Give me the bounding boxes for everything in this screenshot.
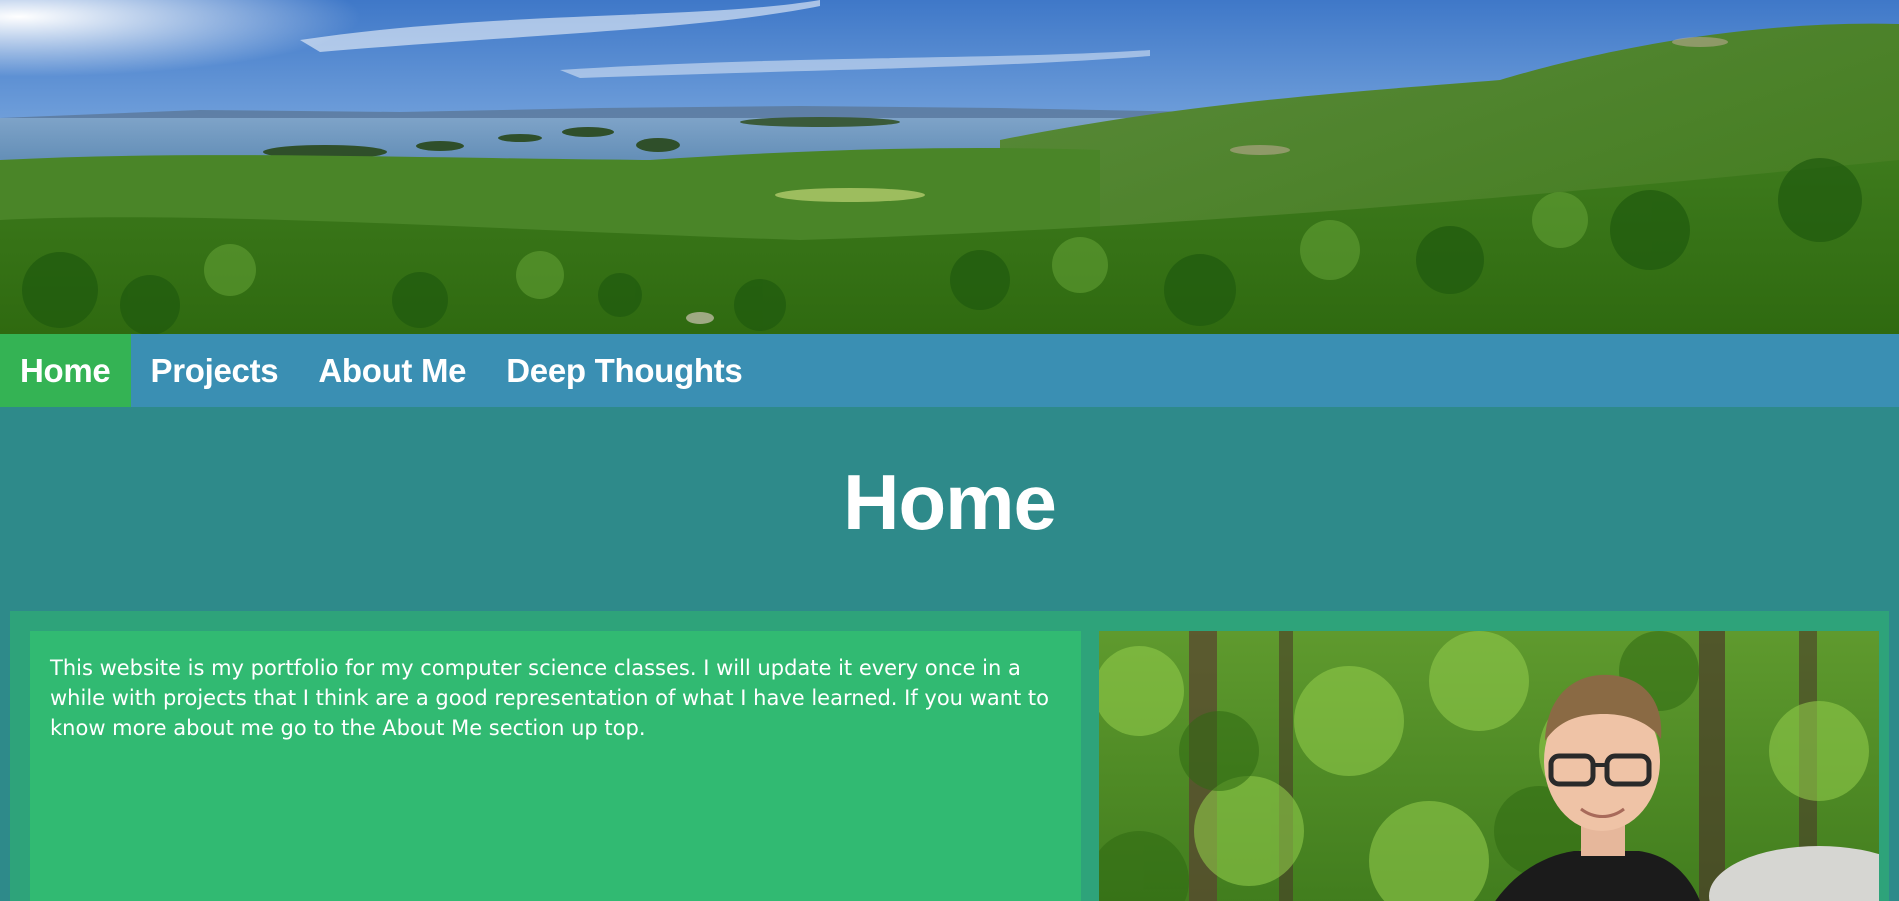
profile-photo xyxy=(1099,631,1879,901)
nav-item-projects[interactable]: Projects xyxy=(131,334,299,407)
nav-item-home[interactable]: Home xyxy=(0,334,131,407)
page: Home Projects About Me Deep Thoughts Hom… xyxy=(0,0,1899,901)
nav-item-about-me[interactable]: About Me xyxy=(298,334,486,407)
banner-image xyxy=(0,0,1899,334)
page-title: Home xyxy=(843,458,1057,546)
main-content: Home This website is my portfolio for my… xyxy=(0,407,1899,901)
main-nav: Home Projects About Me Deep Thoughts xyxy=(0,334,1899,407)
intro-text: This website is my portfolio for my comp… xyxy=(30,631,1081,901)
nav-item-deep-thoughts[interactable]: Deep Thoughts xyxy=(486,334,762,407)
intro-card: This website is my portfolio for my comp… xyxy=(10,611,1889,901)
